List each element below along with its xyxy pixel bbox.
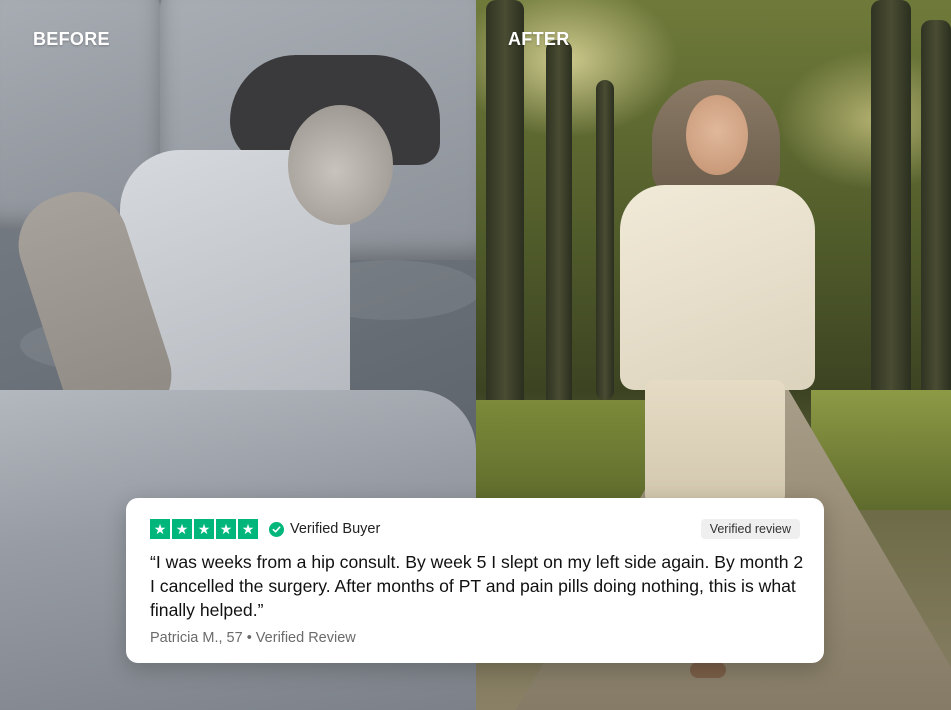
star-rating: ★ ★ ★ ★ ★ — [150, 519, 258, 539]
woman-face — [288, 105, 393, 225]
walking-woman-face — [686, 95, 748, 175]
tree-trunk — [596, 80, 614, 400]
after-label: AFTER — [508, 29, 570, 49]
walking-woman-shoe — [690, 662, 726, 678]
star-icon: ★ — [238, 519, 258, 539]
before-label: BEFORE — [33, 29, 110, 49]
star-icon: ★ — [172, 519, 192, 539]
verified-buyer-label: Verified Buyer — [290, 521, 381, 537]
star-icon: ★ — [216, 519, 236, 539]
tree-trunk — [546, 40, 572, 410]
review-quote: “I was weeks from a hip consult. By week… — [150, 552, 804, 620]
grass — [476, 400, 656, 510]
star-icon: ★ — [150, 519, 170, 539]
tree-trunk — [871, 0, 911, 420]
tree-trunk — [921, 20, 951, 410]
star-icon: ★ — [194, 519, 214, 539]
reviewer-info: Patricia M., 57 • Verified Review — [150, 630, 356, 646]
check-circle-icon — [269, 521, 284, 537]
walking-woman-shirt — [620, 185, 815, 390]
tree-trunk — [486, 0, 524, 430]
walking-woman-pants — [645, 380, 785, 505]
review-card: ★ ★ ★ ★ ★ Verified Buyer Verified review… — [126, 498, 824, 663]
review-header: ★ ★ ★ ★ ★ Verified Buyer Verified review — [150, 518, 800, 540]
verified-review-badge: Verified review — [700, 519, 800, 539]
